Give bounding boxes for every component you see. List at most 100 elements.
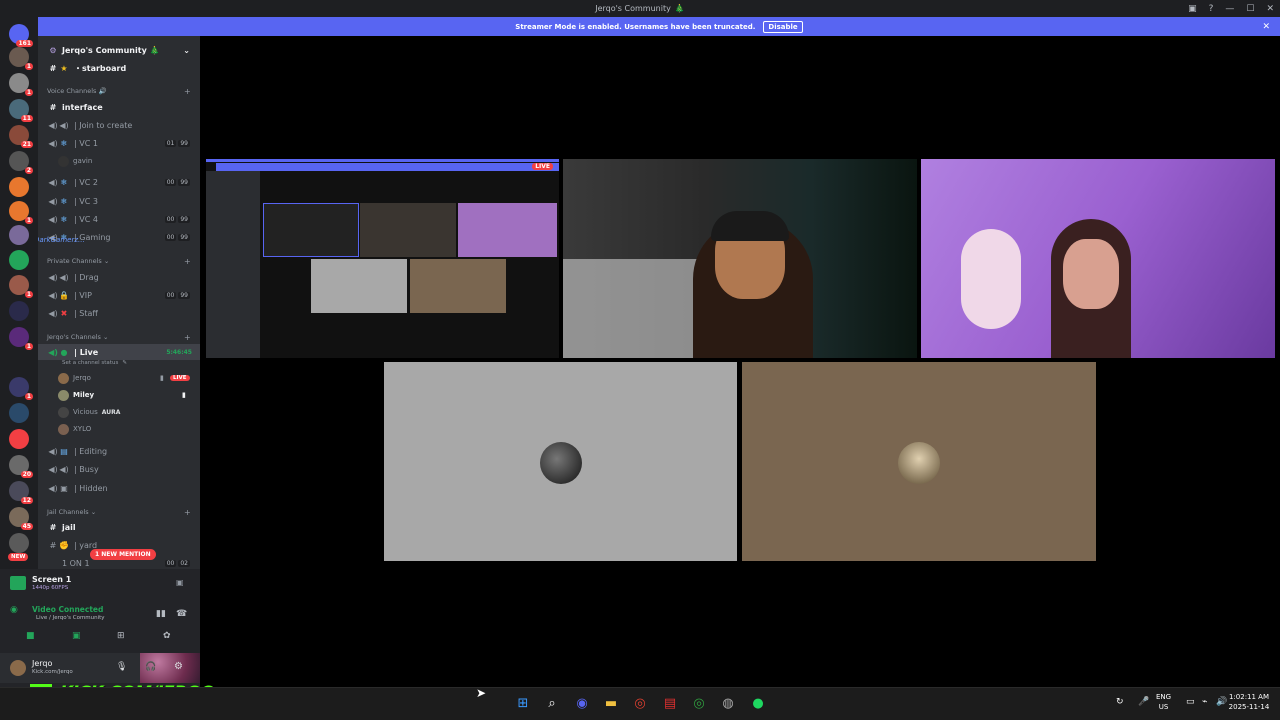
mic-tray-icon[interactable]: 🎤: [1138, 697, 1149, 707]
chrome-icon[interactable]: ◎: [690, 695, 708, 713]
inbox-icon[interactable]: ▣: [1188, 4, 1197, 14]
channel-interface[interactable]: # interface: [38, 99, 200, 115]
camera-toggle-icon[interactable]: ■: [26, 631, 35, 641]
count-current: 00: [164, 178, 177, 186]
server-icon[interactable]: 1: [9, 377, 33, 400]
soundboard-icon[interactable]: ✿: [163, 631, 171, 641]
channel-status-prompt[interactable]: Set a channel status ✎: [62, 355, 127, 371]
server-icon[interactable]: 21: [9, 125, 33, 148]
spotify-icon[interactable]: ●: [749, 695, 767, 713]
channel-jail[interactable]: # jail: [38, 519, 200, 535]
stop-stream-icon[interactable]: ▣: [176, 578, 184, 587]
audio-tile-vicious[interactable]: [384, 362, 737, 561]
count-current: 00: [164, 559, 177, 567]
chrome-icon[interactable]: ◎: [631, 695, 649, 713]
webcam-tile-jerqo[interactable]: [563, 159, 917, 358]
maximize-button[interactable]: ☐: [1246, 4, 1254, 14]
server-icon[interactable]: [9, 301, 29, 321]
channel-drag[interactable]: ◀) ◀) | Drag: [38, 269, 200, 285]
webcam-tile-miley[interactable]: [921, 159, 1275, 358]
language-indicator[interactable]: ENG US: [1156, 692, 1171, 712]
channel-vc3[interactable]: ◀) ❄ | VC 3: [38, 193, 200, 209]
add-channel-icon[interactable]: +: [184, 508, 191, 517]
minimize-button[interactable]: —: [1225, 4, 1234, 14]
add-channel-icon[interactable]: +: [184, 87, 191, 96]
voice-user-xylo[interactable]: XYLO: [58, 421, 91, 437]
screen-share-toggle-icon[interactable]: ▣: [72, 631, 81, 641]
server-icon[interactable]: 12: [9, 481, 33, 504]
channel-label: | VC 1: [74, 138, 98, 148]
file-explorer-icon[interactable]: ▬: [602, 695, 620, 713]
server-icon[interactable]: [9, 403, 29, 423]
server-icon[interactable]: 2: [9, 151, 33, 174]
server-icon[interactable]: [9, 177, 29, 197]
channel-vip[interactable]: ◀) 🔒 | VIP 00 99: [38, 287, 200, 303]
voice-location[interactable]: Live / Jerqo's Community: [36, 615, 105, 621]
audio-tile-xylo[interactable]: [742, 362, 1096, 561]
snowflake-icon: ❄: [60, 138, 68, 148]
voice-user[interactable]: gavin: [58, 153, 92, 169]
activities-icon[interactable]: ⊞: [117, 631, 125, 641]
chevron-down-icon[interactable]: ⌄: [183, 46, 190, 55]
channel-vc1[interactable]: ◀) ❄ | VC 1 01 99: [38, 135, 200, 151]
signal-icon[interactable]: ◉: [10, 605, 18, 615]
disconnect-icon[interactable]: ☎: [176, 609, 187, 619]
start-button[interactable]: ⊞: [514, 695, 532, 713]
server-icon[interactable]: [9, 533, 29, 553]
category-label: Voice Channels: [47, 87, 97, 95]
app-icon[interactable]: ◍: [719, 695, 737, 713]
mic-icon[interactable]: 🎙: [116, 662, 127, 672]
category-jerqos[interactable]: Jerqo's Channels ⌄ +: [47, 333, 191, 342]
server-icon[interactable]: 1: [9, 201, 33, 224]
close-window-button[interactable]: ✕: [1266, 4, 1274, 14]
channel-busy[interactable]: ◀) ◀) | Busy: [38, 461, 200, 477]
tray-icon[interactable]: ↻: [1116, 697, 1124, 707]
noise-suppression-icon[interactable]: ▮▮: [156, 609, 166, 619]
server-icon[interactable]: 45: [9, 507, 33, 530]
voice-user-vicious[interactable]: Vicious AURA: [58, 404, 120, 420]
help-icon[interactable]: ?: [1209, 4, 1214, 14]
network-icon[interactable]: ⌁: [1202, 697, 1207, 707]
server-icon[interactable]: 11: [9, 99, 33, 122]
banner-close-icon[interactable]: ✕: [1262, 22, 1270, 32]
headphones-icon[interactable]: 🎧: [145, 662, 156, 672]
server-icon[interactable]: 1: [9, 327, 33, 350]
speaker-icon: ◀): [48, 138, 58, 148]
voice-user-jerqo[interactable]: Jerqo ▮ LIVE: [58, 370, 190, 386]
category-jail[interactable]: Jail Channels ⌄ +: [47, 508, 191, 517]
category-private[interactable]: Private Channels ⌄ +: [47, 257, 191, 266]
server-icon[interactable]: 1: [9, 47, 33, 70]
add-channel-icon[interactable]: +: [184, 257, 191, 266]
dm-button[interactable]: 161: [9, 24, 33, 47]
clock[interactable]: 1:02:11 AM 2025-11-14: [1226, 692, 1272, 712]
settings-gear-icon[interactable]: ⚙: [174, 661, 183, 672]
category-voice[interactable]: Voice Channels 🔊 +: [47, 87, 191, 96]
channel-hidden[interactable]: ◀) ▣ | Hidden: [38, 480, 200, 496]
server-icon[interactable]: 20: [9, 455, 33, 478]
server-icon[interactable]: [9, 225, 29, 245]
channel-label: jail: [62, 522, 76, 532]
voice-user-miley[interactable]: Miley ▮: [58, 387, 186, 403]
add-channel-icon[interactable]: +: [184, 333, 191, 342]
discord-taskbar-icon[interactable]: ◉: [573, 695, 591, 713]
channel-starboard[interactable]: # ★ ・starboard: [38, 60, 200, 76]
channel-join-to-create[interactable]: ◀) ◀) | Join to create: [38, 117, 200, 133]
channel-vc4[interactable]: ◀) ❄ | VC 4 00 99: [38, 211, 200, 227]
channel-editing[interactable]: ◀) ▤ | Editing: [38, 443, 200, 459]
channel-label: | VC 4: [74, 214, 98, 224]
server-icon[interactable]: 1: [9, 73, 33, 96]
display-icon[interactable]: ▭: [1186, 697, 1195, 707]
server-icon[interactable]: [9, 250, 29, 270]
app-icon[interactable]: ▤: [661, 695, 679, 713]
disable-button[interactable]: Disable: [763, 20, 803, 33]
avatar[interactable]: [10, 660, 26, 676]
count-current: 00: [164, 291, 177, 299]
screenshare-tile[interactable]: LIVE: [206, 159, 559, 358]
new-mention-badge[interactable]: 1 NEW MENTION: [90, 549, 156, 560]
server-icon[interactable]: 1: [9, 275, 33, 298]
search-icon[interactable]: ⌕: [543, 695, 561, 713]
channel-vc2[interactable]: ◀) ❄ | VC 2 00 99: [38, 174, 200, 190]
server-header[interactable]: ⚙ Jerqo's Community 🎄 ⌄: [38, 42, 200, 58]
server-icon[interactable]: [9, 429, 29, 449]
channel-staff[interactable]: ◀) ✖ | Staff: [38, 305, 200, 321]
